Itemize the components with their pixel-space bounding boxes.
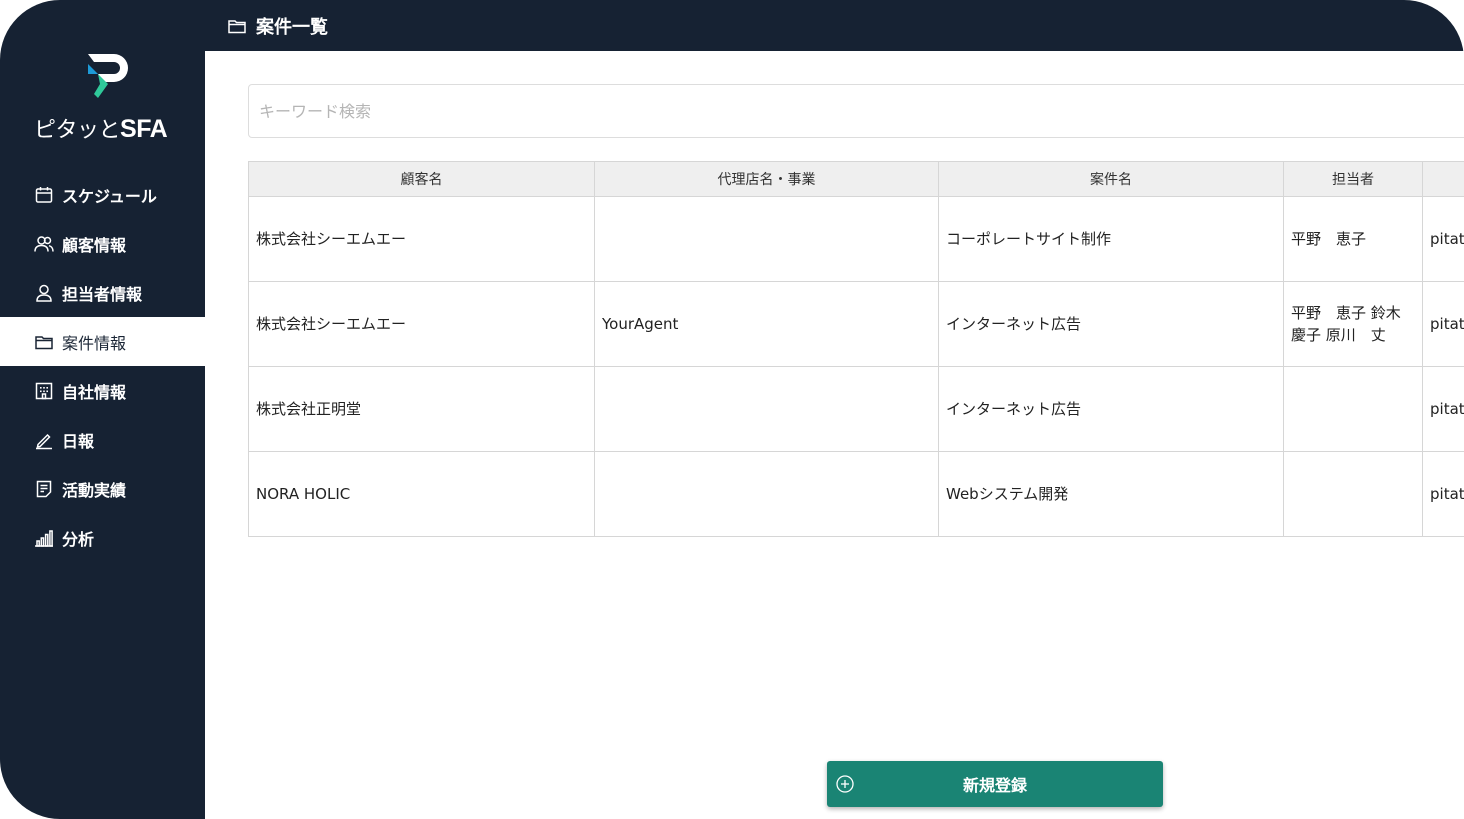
column-header-extra[interactable]: 担 <box>1422 161 1464 197</box>
sidebar-item-label: スケジュール <box>62 186 157 206</box>
sidebar-nav: スケジュール 顧客情報 担当者情報 案件情報 自社情報 日報 活動実績 分析 <box>0 170 205 562</box>
cell-customer: 株式会社正明堂 <box>248 366 595 452</box>
cell-project: インターネット広告 <box>938 366 1284 452</box>
sidebar-item-label: 日報 <box>62 431 95 451</box>
sidebar-item-analysis[interactable]: 分析 <box>0 513 205 562</box>
plus-circle-icon <box>836 775 854 793</box>
sidebar-item-company[interactable]: 自社情報 <box>0 366 205 415</box>
sidebar-item-label: 担当者情報 <box>62 284 143 304</box>
column-header-staff[interactable]: 担当者 <box>1283 161 1423 197</box>
cell-extra: pitat <box>1422 451 1464 537</box>
sidebar-item-label: 自社情報 <box>62 382 127 402</box>
sidebar-item-projects[interactable]: 案件情報 <box>0 317 205 366</box>
user-icon <box>34 283 54 303</box>
cell-customer: 株式会社シーエムエー <box>248 281 595 367</box>
cell-extra: pitat <box>1422 281 1464 367</box>
building-icon <box>34 381 54 401</box>
column-header-project[interactable]: 案件名 <box>938 161 1284 197</box>
cell-project: インターネット広告 <box>938 281 1284 367</box>
sidebar-item-label: 案件情報 <box>62 333 127 353</box>
cell-agent <box>594 366 939 452</box>
cell-staff: 平野 恵子 <box>1283 196 1423 282</box>
sidebar-item-daily-report[interactable]: 日報 <box>0 415 205 464</box>
projects-table: 顧客名 代理店名・事業 案件名 担当者 担 株式会社シーエムエー コーポレートサ… <box>248 161 1464 537</box>
table-row[interactable]: 株式会社シーエムエー YourAgent インターネット広告 平野 恵子 鈴木 … <box>248 281 1464 367</box>
pen-icon <box>34 430 54 450</box>
projects-table-container[interactable]: 顧客名 代理店名・事業 案件名 担当者 担 株式会社シーエムエー コーポレートサ… <box>248 161 1464 541</box>
table-header-row: 顧客名 代理店名・事業 案件名 担当者 担 <box>248 161 1464 197</box>
cell-customer: 株式会社シーエムエー <box>248 196 595 282</box>
cell-agent: YourAgent <box>594 281 939 367</box>
page-title: 案件一覧 <box>256 16 328 38</box>
logo[interactable]: ピタッとSFA <box>34 50 184 145</box>
sidebar-item-customers[interactable]: 顧客情報 <box>0 219 205 268</box>
keyword-search-input[interactable] <box>248 84 1464 138</box>
table-row[interactable]: NORA HOLIC Webシステム開発 pitat <box>248 451 1464 537</box>
logo-text-suffix: SFA <box>120 115 168 143</box>
logo-text-prefix: ピタッと <box>34 118 121 143</box>
page-header: 案件一覧 <box>205 0 1464 51</box>
column-header-customer[interactable]: 顧客名 <box>248 161 595 197</box>
cell-extra: pitat <box>1422 196 1464 282</box>
sidebar-item-label: 活動実績 <box>62 480 127 500</box>
sidebar-item-activities[interactable]: 活動実績 <box>0 464 205 513</box>
cell-agent <box>594 196 939 282</box>
new-register-button[interactable]: 新規登録 <box>827 761 1163 807</box>
logo-text: ピタッとSFA <box>34 112 168 144</box>
sidebar: ピタッとSFA スケジュール 顧客情報 担当者情報 案件情報 自社情報 日報 活… <box>0 0 205 819</box>
cell-extra: pitat <box>1422 366 1464 452</box>
sidebar-item-label: 顧客情報 <box>62 235 127 255</box>
cell-agent <box>594 451 939 537</box>
column-header-agent[interactable]: 代理店名・事業 <box>594 161 939 197</box>
cell-staff: 平野 恵子 鈴木 慶子 原川 丈 <box>1283 281 1423 367</box>
cell-staff <box>1283 366 1423 452</box>
users-icon <box>34 234 54 254</box>
folder-icon <box>34 332 54 352</box>
new-register-label: 新規登録 <box>962 776 1027 795</box>
app-window: ピタッとSFA スケジュール 顧客情報 担当者情報 案件情報 自社情報 日報 活… <box>0 0 1464 819</box>
sidebar-item-label: 分析 <box>62 529 95 549</box>
table-row[interactable]: 株式会社正明堂 インターネット広告 pitat <box>248 366 1464 452</box>
sidebar-item-contacts[interactable]: 担当者情報 <box>0 268 205 317</box>
cell-customer: NORA HOLIC <box>248 451 595 537</box>
cell-project: コーポレートサイト制作 <box>938 196 1284 282</box>
cell-staff <box>1283 451 1423 537</box>
document-icon <box>34 479 54 499</box>
folder-icon <box>227 16 247 36</box>
calendar-icon <box>34 185 54 205</box>
logo-mark-icon <box>88 54 128 98</box>
cell-project: Webシステム開発 <box>938 451 1284 537</box>
sidebar-item-schedule[interactable]: スケジュール <box>0 170 205 219</box>
bar-chart-icon <box>34 528 54 548</box>
table-row[interactable]: 株式会社シーエムエー コーポレートサイト制作 平野 恵子 pitat <box>248 196 1464 282</box>
